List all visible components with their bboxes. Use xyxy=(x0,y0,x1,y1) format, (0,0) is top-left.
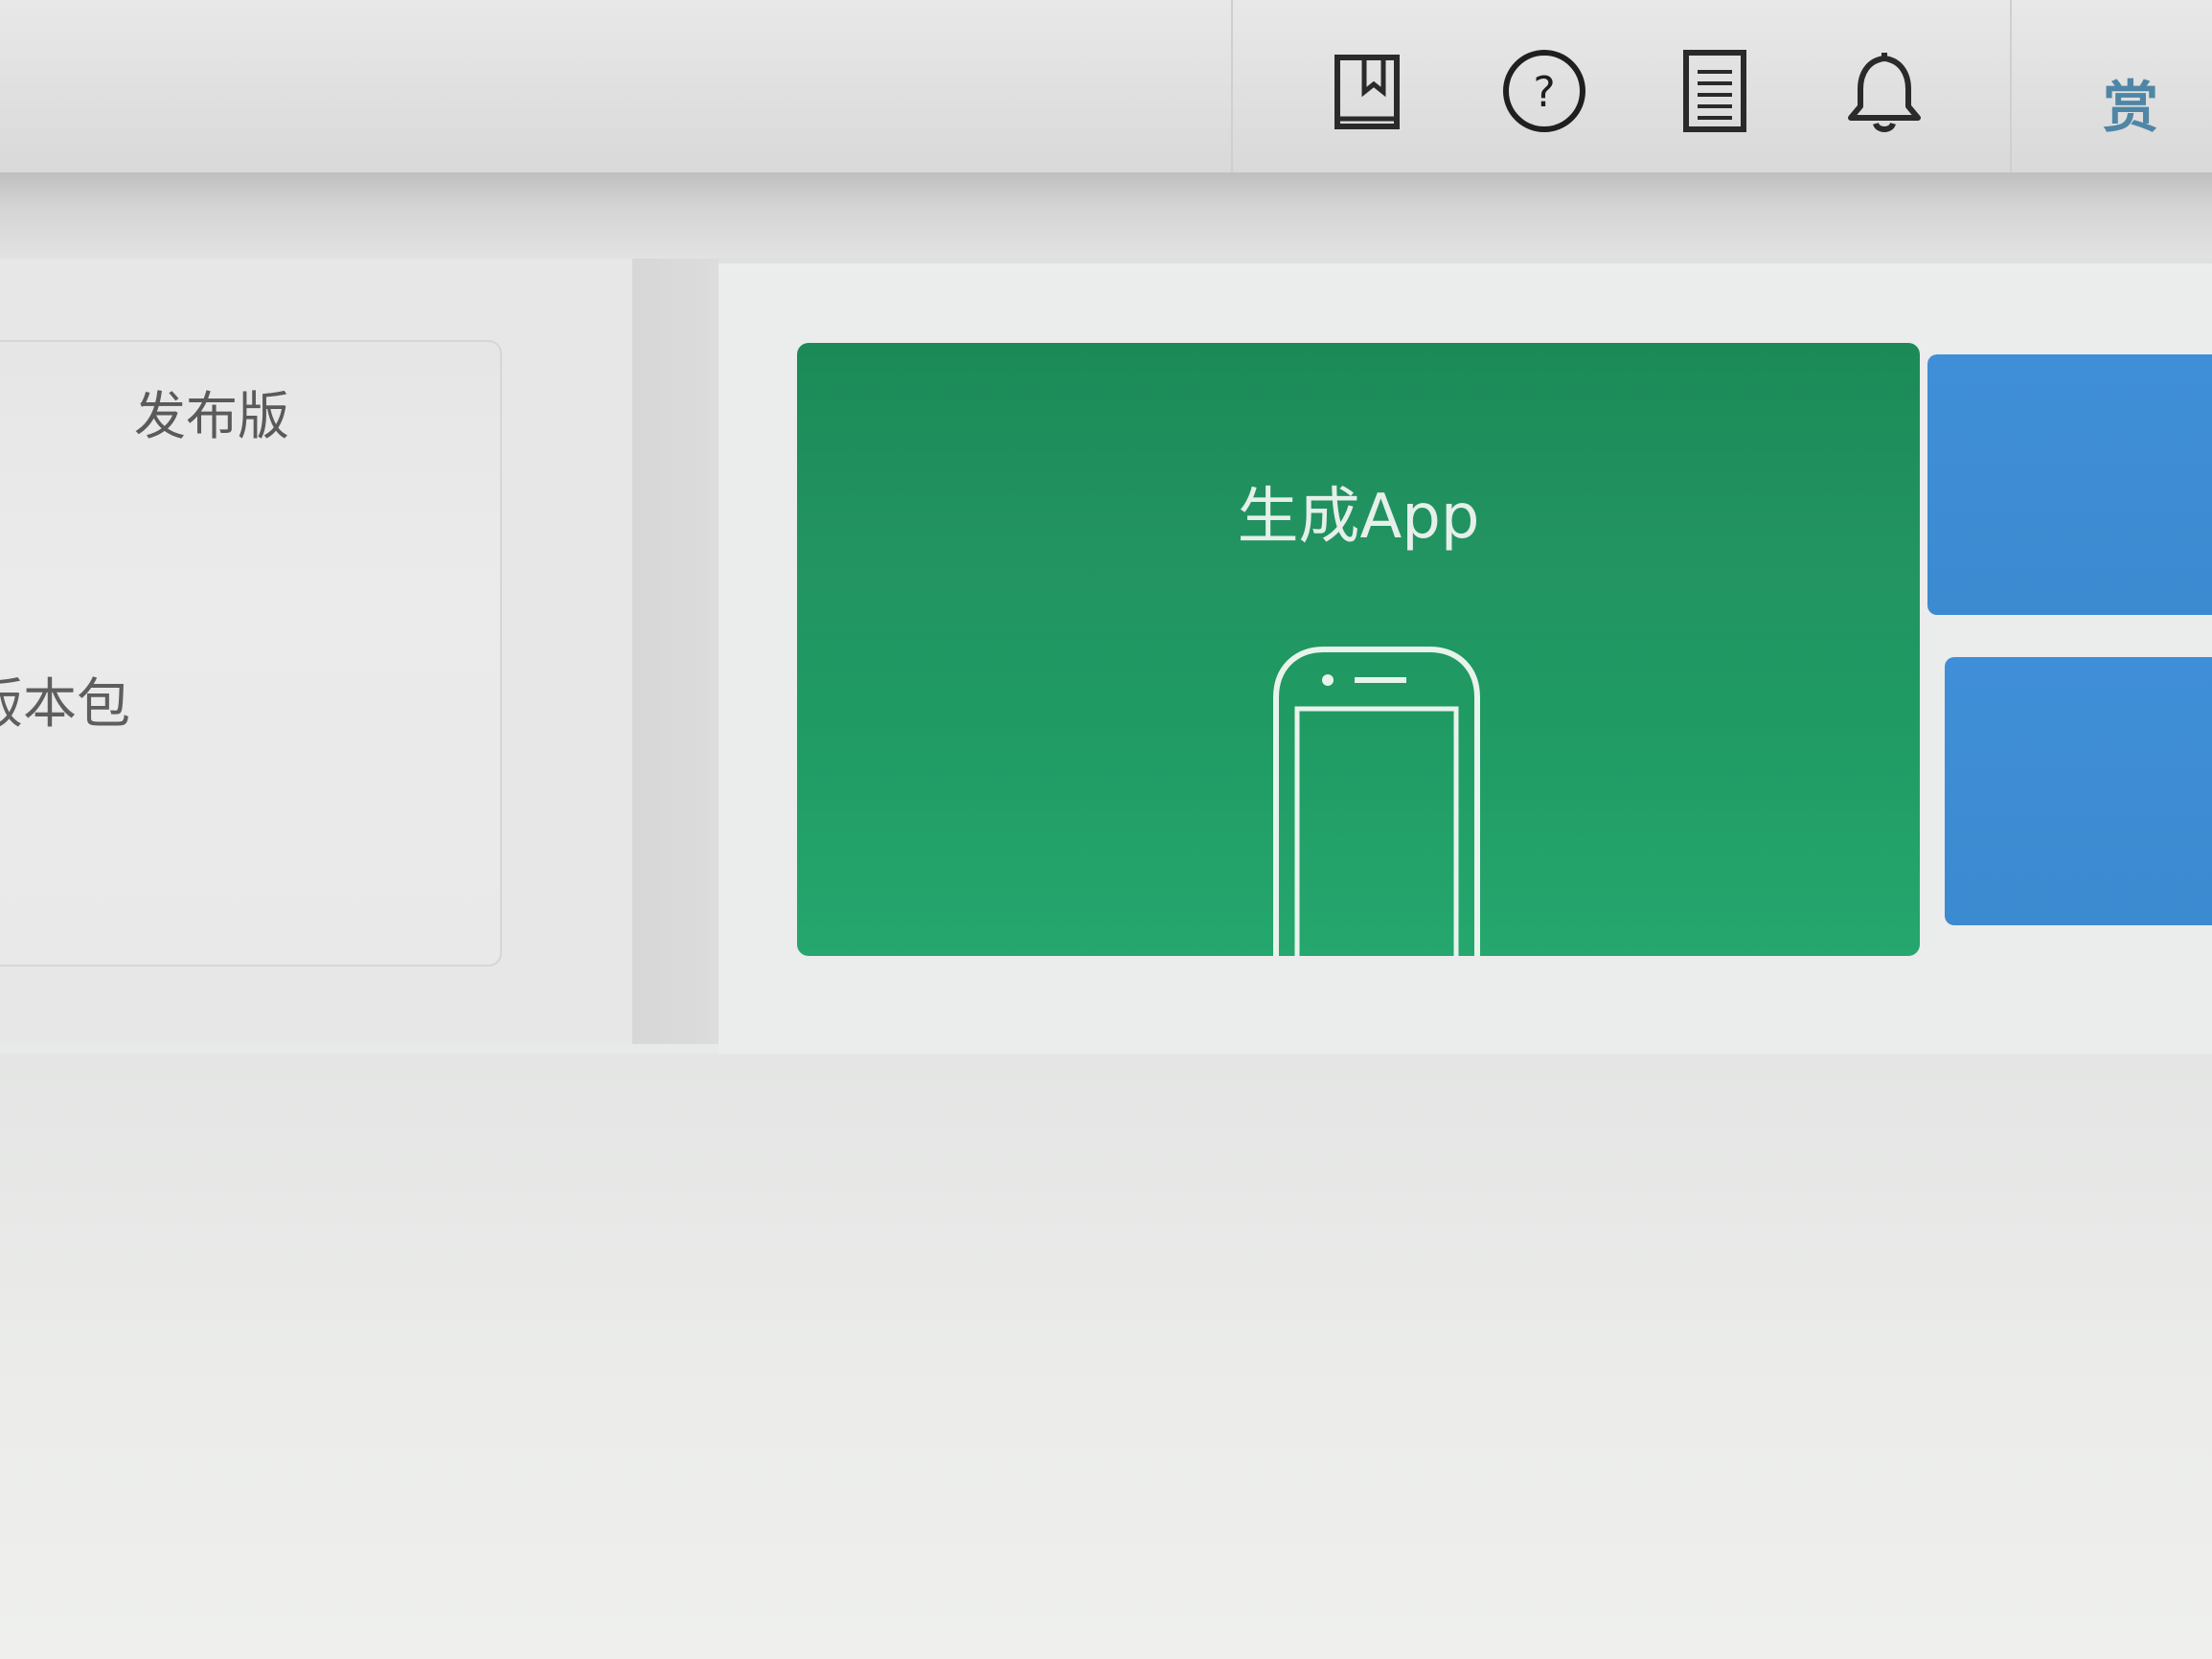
lower-content-area xyxy=(0,1054,2212,1659)
help-icon[interactable]: ? xyxy=(1492,38,1597,144)
bell-icon[interactable] xyxy=(1832,38,1937,144)
top-toolbar: ? 赏 xyxy=(0,0,2212,172)
svg-text:?: ? xyxy=(1533,68,1555,117)
phone-icon xyxy=(1238,640,1516,956)
document-icon[interactable] xyxy=(1662,38,1767,144)
header-shadow xyxy=(0,172,2212,259)
toolbar-divider xyxy=(2010,0,2012,172)
release-version-label: 发布版 xyxy=(134,386,289,446)
generate-app-title: 生成App xyxy=(1237,482,1480,553)
toolbar-divider xyxy=(1231,0,1233,172)
action-card-blue-top[interactable] xyxy=(1927,354,2212,615)
generate-app-card[interactable]: 生成App xyxy=(797,343,1920,956)
book-icon[interactable] xyxy=(1315,38,1421,144)
version-package-label: 版本包 xyxy=(0,673,130,736)
action-card-blue-bottom[interactable] xyxy=(1945,657,2212,925)
reward-button[interactable]: 赏 xyxy=(2103,62,2158,143)
panel-gutter xyxy=(632,259,718,1044)
